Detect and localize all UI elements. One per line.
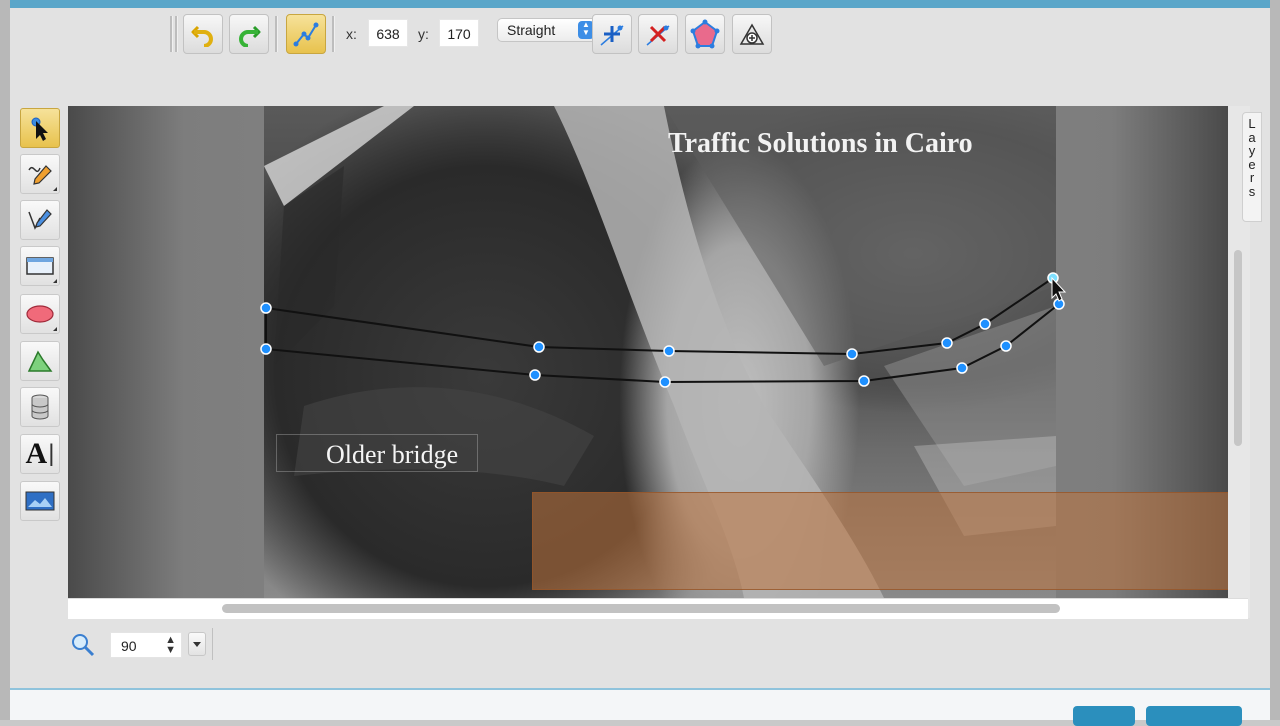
pen-tool-icon: [28, 209, 52, 230]
add-node-button[interactable]: [592, 14, 632, 54]
select-tool-icon: [31, 117, 48, 141]
toolbar-separator: [170, 16, 173, 52]
path-tool-icon: [27, 350, 53, 372]
add-node-icon: [600, 25, 624, 46]
zoom-icon[interactable]: [70, 632, 96, 658]
y-label: y:: [418, 26, 429, 42]
footer-button[interactable]: [1146, 706, 1242, 726]
undo-button[interactable]: [183, 14, 223, 54]
zoom-value: 90: [121, 638, 137, 654]
editor-window: x: 638 y: 170 Straight ▲ ▼ A | Traffic S…: [10, 0, 1270, 726]
pencil-tool-button[interactable]: [20, 154, 60, 194]
pen-tool-button[interactable]: [20, 200, 60, 240]
y-coordinate-input[interactable]: 170: [439, 19, 479, 47]
redo-button[interactable]: [229, 14, 269, 54]
toolbar-separator: [332, 16, 335, 52]
redo-icon: [239, 25, 261, 47]
select-tool-button[interactable]: [20, 108, 60, 148]
footer-button[interactable]: [1073, 706, 1135, 726]
desktop-edge-left: [0, 0, 10, 720]
toolbar-separator: [175, 16, 178, 52]
text-cursor-icon: |: [48, 440, 55, 467]
shapelib-tool-button[interactable]: [20, 387, 60, 427]
pencil-tool-icon: [28, 165, 52, 185]
delete-node-icon: [646, 25, 670, 46]
drawing-canvas[interactable]: Traffic Solutions in Cairo Older bridge: [68, 106, 1228, 598]
undo-icon: [191, 25, 213, 47]
x-label: x:: [346, 26, 357, 42]
text-tool-icon: A: [25, 437, 48, 470]
image-tool-icon: [25, 491, 55, 511]
node-edit-icon: [293, 22, 319, 47]
rectangle-tool-icon: [26, 257, 54, 275]
flyout-indicator: [53, 327, 57, 331]
window-top-stripe: [10, 0, 1270, 8]
flyout-indicator: [53, 187, 57, 191]
mouse-cursor-icon: [1051, 276, 1067, 302]
clone-node-button[interactable]: [732, 14, 772, 54]
open-close-path-icon: [690, 19, 720, 49]
zoom-input[interactable]: 90 ▲ ▼: [110, 632, 182, 658]
clone-node-icon: [739, 23, 765, 45]
shapelib-tool-icon: [31, 394, 49, 420]
bridge-path[interactable]: [68, 106, 1228, 598]
zoom-dropdown-button[interactable]: [188, 632, 206, 656]
delete-node-button[interactable]: [638, 14, 678, 54]
image-tool-button[interactable]: [20, 481, 60, 521]
path-tool-button[interactable]: [20, 341, 60, 381]
zoom-separator: [212, 628, 213, 660]
node-edit-button[interactable]: [286, 14, 326, 54]
layers-tab-letter: s: [1248, 183, 1256, 199]
desktop-edge-right: [1270, 0, 1280, 720]
x-coordinate-input[interactable]: 638: [368, 19, 408, 47]
segment-type-value: Straight: [507, 22, 556, 38]
open-close-path-button[interactable]: [685, 14, 725, 54]
ellipse-tool-icon: [26, 305, 54, 323]
zoom-stepper-icon[interactable]: ▲ ▼: [165, 635, 176, 656]
ellipse-tool-button[interactable]: [20, 294, 60, 334]
rectangle-tool-button[interactable]: [20, 246, 60, 286]
layers-tab[interactable]: L a y e r s: [1242, 112, 1262, 222]
text-tool-button[interactable]: A |: [20, 434, 60, 474]
segment-type-select[interactable]: Straight ▲ ▼: [497, 18, 597, 42]
flyout-indicator: [53, 279, 57, 283]
horizontal-scrollbar[interactable]: [222, 604, 1060, 613]
toolbar-separator: [275, 16, 278, 52]
vertical-scrollbar[interactable]: [1234, 250, 1242, 446]
